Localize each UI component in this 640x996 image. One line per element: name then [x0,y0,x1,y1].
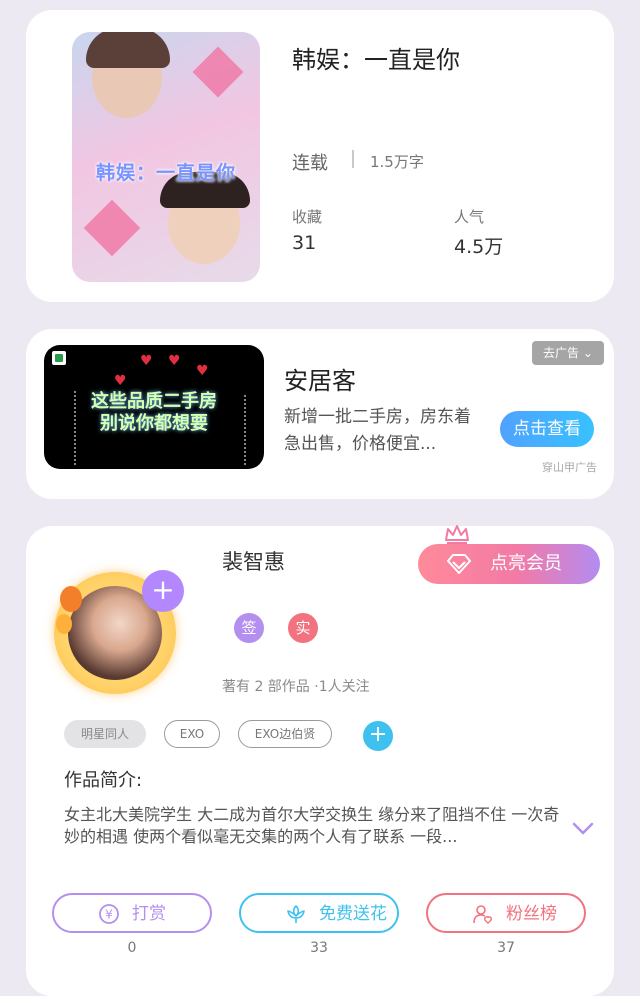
heart-icon: ♥ [140,353,153,369]
fan-count: 37 [497,940,515,956]
book-title: 韩娱：一直是你 [292,46,460,74]
vip-membership-button[interactable]: 点亮会员 [418,544,600,584]
tag-chip[interactable]: 明星同人 [64,720,146,748]
word-count: 1.5万字 [370,153,424,171]
heart-icon: ♥ [196,363,209,379]
chevron-down-icon[interactable] [572,822,594,836]
vip-label: 点亮会员 [490,553,562,574]
follow-author-button[interactable]: + [142,570,184,612]
send-flower-button[interactable]: 免费送花 [239,893,399,933]
popularity-value: 4.5万 [454,236,504,258]
tip-button[interactable]: ¥ 打赏 [52,893,212,933]
yen-icon: ¥ [99,904,119,924]
ad-image[interactable]: ♥ ♥ ♥ ♥ 这些品质二手房 别说你都想要 [44,345,264,469]
book-info-card: 韩娱：一直是你 韩娱：一直是你 连载 1.5万字 收藏 31 人气 4.5万 [26,10,614,302]
favorites-value: 31 [292,232,317,254]
intro-text: 女主北大美院学生 大二成为首尔大学交换生 缘分来了阻挡不住 一次奇妙的相遇 使两… [64,805,560,846]
flower-count: 33 [310,940,328,956]
divider [352,150,354,168]
fan-ranking-label: 粉丝榜 [506,904,557,924]
tip-label: 打赏 [132,904,166,924]
tag-chip[interactable]: EXO [164,720,220,748]
intro-title: 作品简介: [64,770,143,791]
author-name[interactable]: 裴智惠 [222,546,285,576]
flower-icon [287,905,305,923]
tag-chip[interactable]: EXO边伯贤 [238,720,332,748]
cover-heart-icon [83,199,141,257]
author-works-meta: 著有 2 部作品 ·1人关注 [222,679,370,695]
crown-icon [445,525,469,544]
ad-view-button[interactable]: 点击查看 [500,411,594,447]
verified-badge: 实 [288,613,318,643]
ad-source-label: 穿山甲广告 [542,461,597,474]
book-status: 连载 [292,153,328,174]
ad-advertiser-name: 安居客 [284,367,356,395]
chevron-down-icon: ⌄ [582,346,593,360]
cover-title-text: 韩娱：一直是你 [95,162,236,184]
send-flower-label: 免费送花 [319,904,387,924]
remove-ad-label: 去广告 [543,346,580,360]
balloon-icon [60,586,82,612]
book-cover-image[interactable]: 韩娱：一直是你 [72,32,260,282]
remove-ad-button[interactable]: 去广告 ⌄ [532,341,604,365]
svg-text:¥: ¥ [105,908,113,922]
tip-count: 0 [127,940,137,956]
ad-card[interactable]: ♥ ♥ ♥ ♥ 这些品质二手房 别说你都想要 安居客 新增一批二手房，房东着急出… [26,329,614,499]
ad-image-line-2: 别说你都想要 [100,413,208,434]
fan-ranking-button[interactable]: 粉丝榜 [426,893,586,933]
cover-hair-top [86,32,170,68]
author-card: + 裴智惠 点亮会员 签 实 著有 2 部作品 ·1人关注 明星同人 EXO E… [26,525,614,996]
favorites-label: 收藏 [292,208,323,226]
heart-icon: ♥ [168,353,181,369]
popularity-label: 人气 [454,208,485,226]
diamond-icon [447,554,471,574]
balloon-icon [56,614,72,634]
fan-icon [473,905,492,924]
add-tag-button[interactable]: + [363,721,393,751]
ad-logo-icon [52,351,66,365]
signed-badge: 签 [234,613,264,643]
cover-heart-icon [192,46,244,98]
ad-description: 新增一批二手房，房东着急出售，价格便宜... [284,407,471,454]
